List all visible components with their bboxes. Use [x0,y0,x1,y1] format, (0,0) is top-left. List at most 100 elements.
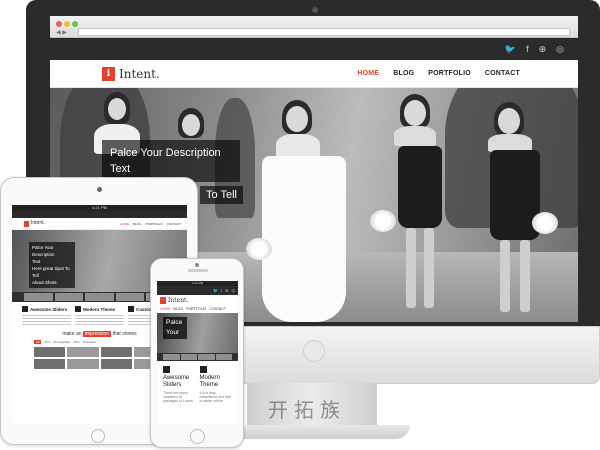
watermark: 开拓族 [268,398,346,422]
facebook-icon[interactable]: f [526,43,529,55]
nav-item-portfolio[interactable]: PORTFOLIO [186,306,206,313]
nav-item-blog[interactable]: BLOG [174,306,184,313]
hero-caption-line: Your [166,329,180,336]
slider-thumbnail[interactable] [85,293,114,301]
rss-icon[interactable]: ◎ [232,288,236,293]
hero-caption-line: Here great Spot To Tell [32,266,70,278]
hero-caption: Palce Your [163,317,187,339]
gallery-item[interactable] [67,347,99,357]
feature-card: Awesome Sliders [22,306,71,327]
apple-logo-icon [303,340,325,362]
slider-thumbnail[interactable] [24,293,53,301]
gallery-item[interactable] [67,359,99,369]
nav-item-home[interactable]: HOME [160,306,171,313]
nav-item-contact[interactable]: CONTACT [167,222,181,226]
nav-item-home[interactable]: HOME [120,222,129,226]
filter-print[interactable]: Print [44,340,50,344]
hero-caption: Palce Your Description Text Here great S… [29,242,75,288]
main-nav: HOME BLOG PORTFOLIO CONTACT [157,306,238,313]
eye-icon [163,366,170,373]
speaker-grille [188,269,208,272]
feature-title: Awesome Sliders [163,375,190,388]
nav-item-portfolio[interactable]: PORTFOLIO [145,222,162,226]
feature-title: Awesome Sliders [30,306,68,312]
feature-description: There are many variations of passages of… [163,391,193,403]
home-button[interactable] [190,429,205,444]
hero-caption-line: Palce Your Description [110,147,221,159]
gallery-item[interactable] [34,347,66,357]
main-nav: HOME BLOG PORTFOLIO CONTACT [120,222,181,226]
main-nav: HOME BLOG PORTFOLIO CONTACT [357,70,520,77]
home-button[interactable] [91,429,105,443]
logo-mark[interactable] [160,297,166,304]
close-window-icon[interactable] [56,21,62,27]
slider-thumbnail[interactable] [180,354,197,360]
nav-item-portfolio[interactable]: PORTFOLIO [428,70,471,77]
camera-icon [312,7,318,13]
social-bar [12,211,187,218]
feature-title: Modern Theme [199,375,220,388]
address-bar[interactable] [78,28,570,36]
feature-description: It is a long established fact that a rea… [199,391,231,403]
slider-thumbnail[interactable] [215,354,232,360]
logo-mark[interactable] [24,221,29,227]
hero-caption-line: Palce [166,319,183,326]
impression-highlight: impression [82,331,112,337]
feature-icon [128,306,134,312]
feature-title: Modern Theme [83,306,116,312]
maximize-window-icon[interactable] [72,21,78,27]
impression-text: that shines [112,331,137,337]
user-icon [199,366,207,373]
hero-caption-secondary: To Tell [200,186,243,204]
dribbble-icon[interactable]: ⊕ [225,288,228,293]
feature-card: Modern Theme [75,306,124,327]
camera-icon [97,187,102,192]
hero-slider[interactable]: Palce Your [157,313,238,353]
features-row: Awesome Sliders There are many variation… [157,361,238,403]
feature-icon [75,306,81,312]
logo-text[interactable]: Intent. [168,297,188,304]
nav-item-home[interactable]: HOME [357,70,379,77]
filter-web[interactable]: Web [74,340,80,344]
filter-all[interactable]: All [34,340,42,344]
twitter-icon[interactable]: 🐦 [213,288,218,293]
rss-icon[interactable]: ◎ [556,43,564,55]
impression-text: make an [62,331,82,337]
dribbble-icon[interactable]: ⊕ [539,43,547,55]
minimize-window-icon[interactable] [64,21,70,27]
back-forward-icon[interactable]: ◀ ▶ [56,29,67,36]
nav-item-contact[interactable]: CONTACT [485,70,520,77]
gallery-item[interactable] [100,359,132,369]
nav-item-blog[interactable]: BLOG [393,70,414,77]
site-header: Intent. HOME BLOG PORTFOLIO CONTACT [12,218,187,230]
logo-text[interactable]: Intent. [31,220,45,226]
hero-caption-line: Palce Your Description [32,245,55,257]
facebook-icon[interactable]: f [221,288,222,293]
device-mockup: 开拓族 ◀ ▶ 🐦 f ⊕ ◎ i Intent. HOME BLOG PORT… [0,0,600,450]
logo-mark[interactable]: i [102,67,115,81]
gallery-item[interactable] [100,347,132,357]
hero-caption-line: Text [32,259,41,264]
phone-device: 4:21 PM 🐦 f ⊕ ◎ Intent. HOME BLOG PORTFO… [150,258,244,448]
feature-icon [22,306,28,312]
phone-screen: 4:21 PM 🐦 f ⊕ ◎ Intent. HOME BLOG PORTFO… [157,281,238,424]
feature-card: Awesome Sliders There are many variation… [163,366,196,403]
site-header: Intent. [157,295,238,306]
slider-thumbnail[interactable] [198,354,215,360]
filter-photography[interactable]: Photography [54,340,71,344]
site-header: i Intent. HOME BLOG PORTFOLIO CONTACT [50,60,578,88]
logo-text[interactable]: Intent. [119,67,160,81]
hero-caption: Palce Your Description Text [102,140,240,182]
social-bar: 🐦 f ⊕ ◎ [50,38,578,60]
twitter-icon[interactable]: 🐦 [505,43,516,55]
slider-thumbnail[interactable] [115,293,145,301]
feature-card: Modern Theme It is a long established fa… [199,366,233,403]
filter-illustration[interactable]: Illustration [83,340,97,344]
gallery-item[interactable] [34,359,66,369]
slider-thumbnails [157,353,238,361]
camera-icon [195,263,199,267]
nav-item-contact[interactable]: CONTACT [209,306,226,313]
nav-item-blog[interactable]: BLOG [133,222,141,226]
slider-thumbnail[interactable] [54,293,84,301]
slider-thumbnail[interactable] [163,354,180,360]
